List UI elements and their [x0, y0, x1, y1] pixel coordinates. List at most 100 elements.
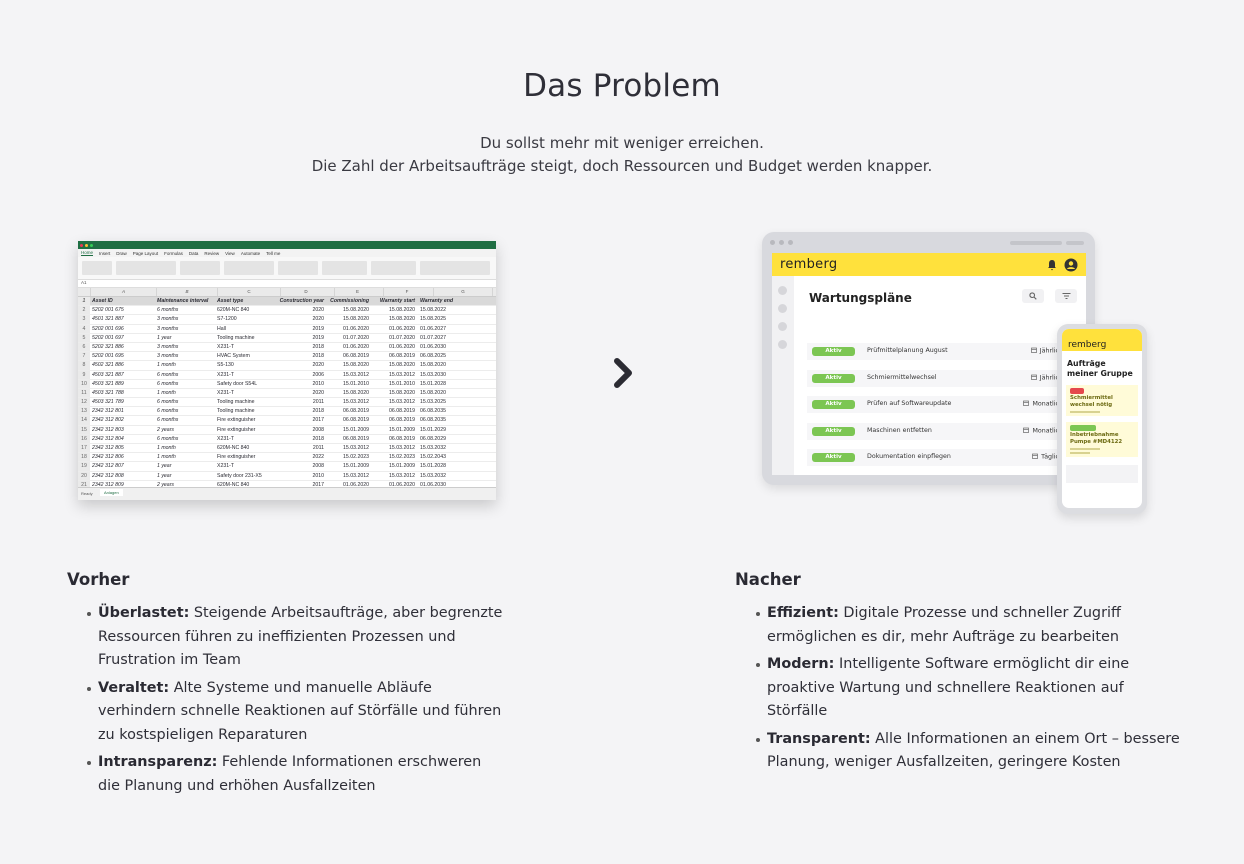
maintenance-plan-row[interactable]: Aktiv Prüfen auf Softwareupdate Monatlich: [807, 396, 1086, 413]
table-cell[interactable]: 06.08.2025: [418, 352, 476, 360]
table-cell[interactable]: 2020: [277, 389, 327, 397]
table-cell[interactable]: 15.08.2020: [418, 389, 476, 397]
table-cell[interactable]: Fire extinguisher: [215, 453, 277, 461]
ribbon-tab[interactable]: Data: [189, 251, 199, 256]
table-cell[interactable]: 15.08.2025: [418, 315, 476, 323]
table-cell[interactable]: 4503 321 889: [90, 380, 155, 388]
sidebar-item[interactable]: [778, 340, 787, 349]
column-header[interactable]: C: [218, 288, 281, 296]
table-cell[interactable]: 15.08.2020: [418, 361, 476, 369]
table-cell[interactable]: 2020: [277, 315, 327, 323]
table-cell[interactable]: 15.01.2009: [327, 462, 372, 470]
table-cell[interactable]: 1 month: [155, 389, 215, 397]
table-cell[interactable]: 01.07.2027: [418, 334, 476, 342]
table-cell[interactable]: 6 months: [155, 407, 215, 415]
ribbon-tab[interactable]: View: [225, 251, 235, 256]
table-cell[interactable]: Tooling machine: [215, 334, 277, 342]
table-cell[interactable]: 2011: [277, 398, 327, 406]
table-cell[interactable]: 06.08.2029: [418, 435, 476, 443]
ribbon-tab[interactable]: Review: [204, 251, 219, 256]
table-cell[interactable]: Tooling machine: [215, 398, 277, 406]
table-cell[interactable]: 15.01.2009: [372, 462, 418, 470]
bell-icon[interactable]: [1046, 259, 1058, 271]
sidebar-item[interactable]: [778, 286, 787, 295]
table-cell[interactable]: 06.08.2035: [418, 416, 476, 424]
table-cell[interactable]: 2342 312 806: [90, 453, 155, 461]
table-cell[interactable]: 5202 321 886: [90, 343, 155, 351]
table-cell[interactable]: 15.08.2020: [327, 315, 372, 323]
maintenance-plan-row[interactable]: Aktiv Schmiermittelwechsel Jährlich: [807, 369, 1086, 387]
column-header[interactable]: F: [384, 288, 434, 296]
table-cell[interactable]: 01.06.2020: [327, 343, 372, 351]
table-cell[interactable]: 4503 321 788: [90, 389, 155, 397]
table-cell[interactable]: S5-130: [215, 361, 277, 369]
table-cell[interactable]: 2008: [277, 426, 327, 434]
table-cell[interactable]: 15.08.2020: [327, 361, 372, 369]
table-cell[interactable]: 1 year: [155, 462, 215, 470]
table-cell[interactable]: 2018: [277, 343, 327, 351]
ribbon-tab[interactable]: Formulas: [164, 251, 183, 256]
table-cell[interactable]: 15.03.2012: [372, 444, 418, 452]
header-cell[interactable]: Asset ID: [90, 297, 155, 305]
table-cell[interactable]: 15.01.2029: [418, 426, 476, 434]
table-cell[interactable]: 1 month: [155, 361, 215, 369]
table-cell[interactable]: 6 months: [155, 416, 215, 424]
table-cell[interactable]: Tooling machine: [215, 407, 277, 415]
filter-button[interactable]: [1055, 289, 1077, 303]
table-cell[interactable]: X231-T: [215, 371, 277, 379]
table-cell[interactable]: 2342 312 808: [90, 472, 155, 480]
table-cell[interactable]: X231-T: [215, 343, 277, 351]
table-cell[interactable]: 01.07.2020: [372, 334, 418, 342]
table-cell[interactable]: X231-T: [215, 462, 277, 470]
table-cell[interactable]: 2342 312 807: [90, 462, 155, 470]
table-cell[interactable]: 2008: [277, 462, 327, 470]
table-cell[interactable]: 06.08.2019: [327, 416, 372, 424]
table-cell[interactable]: 15.01.2010: [372, 380, 418, 388]
table-cell[interactable]: 15.03.2012: [327, 371, 372, 379]
table-cell[interactable]: 15.03.2012: [372, 398, 418, 406]
table-cell[interactable]: 15.08.2022: [418, 306, 476, 314]
table-cell[interactable]: 01.06.2020: [372, 325, 418, 333]
ribbon-tab[interactable]: Automate: [241, 251, 260, 256]
table-cell[interactable]: 06.08.2019: [372, 352, 418, 360]
table-cell[interactable]: Fire extinguisher: [215, 426, 277, 434]
table-cell[interactable]: 15.03.2012: [372, 371, 418, 379]
table-cell[interactable]: 15.01.2009: [372, 426, 418, 434]
table-cell[interactable]: 15.03.2012: [327, 472, 372, 480]
ribbon-tab[interactable]: Draw: [116, 251, 127, 256]
table-cell[interactable]: X231-T: [215, 389, 277, 397]
table-cell[interactable]: 06.08.2019: [327, 407, 372, 415]
table-cell[interactable]: 01.07.2020: [327, 334, 372, 342]
table-cell[interactable]: 6 months: [155, 398, 215, 406]
table-cell[interactable]: Safety door 231-X5: [215, 472, 277, 480]
search-button[interactable]: [1022, 289, 1044, 303]
table-cell[interactable]: 06.08.2019: [372, 435, 418, 443]
ribbon-tab[interactable]: Page Layout: [133, 251, 158, 256]
table-cell[interactable]: 4503 321 789: [90, 398, 155, 406]
table-cell[interactable]: 2018: [277, 352, 327, 360]
table-cell[interactable]: 4503 321 887: [90, 371, 155, 379]
table-cell[interactable]: 6 months: [155, 306, 215, 314]
table-cell[interactable]: 2011: [277, 444, 327, 452]
order-card[interactable]: Inbetriebnahme Pumpe #MD4122: [1066, 422, 1138, 457]
header-cell[interactable]: Commissioning: [327, 297, 372, 305]
table-cell[interactable]: 5202 001 695: [90, 352, 155, 360]
table-cell[interactable]: 15.08.2020: [327, 389, 372, 397]
table-cell[interactable]: 15.08.2020: [372, 306, 418, 314]
user-icon[interactable]: [1064, 258, 1078, 272]
table-cell[interactable]: 2018: [277, 407, 327, 415]
table-cell[interactable]: 6 months: [155, 371, 215, 379]
table-cell[interactable]: 15.01.2028: [418, 380, 476, 388]
table-cell[interactable]: 15.08.2020: [372, 389, 418, 397]
table-cell[interactable]: 2342 312 803: [90, 426, 155, 434]
table-cell[interactable]: 2010: [277, 380, 327, 388]
table-cell[interactable]: X231-T: [215, 435, 277, 443]
table-cell[interactable]: 15.03.2012: [327, 398, 372, 406]
table-cell[interactable]: 3 months: [155, 343, 215, 351]
header-cell[interactable]: Warranty start: [372, 297, 418, 305]
table-cell[interactable]: 15.03.2032: [418, 444, 476, 452]
table-cell[interactable]: 15.08.2020: [372, 361, 418, 369]
header-cell[interactable]: Construction year: [277, 297, 327, 305]
table-cell[interactable]: 01.06.2030: [418, 343, 476, 351]
table-cell[interactable]: 5202 001 696: [90, 325, 155, 333]
